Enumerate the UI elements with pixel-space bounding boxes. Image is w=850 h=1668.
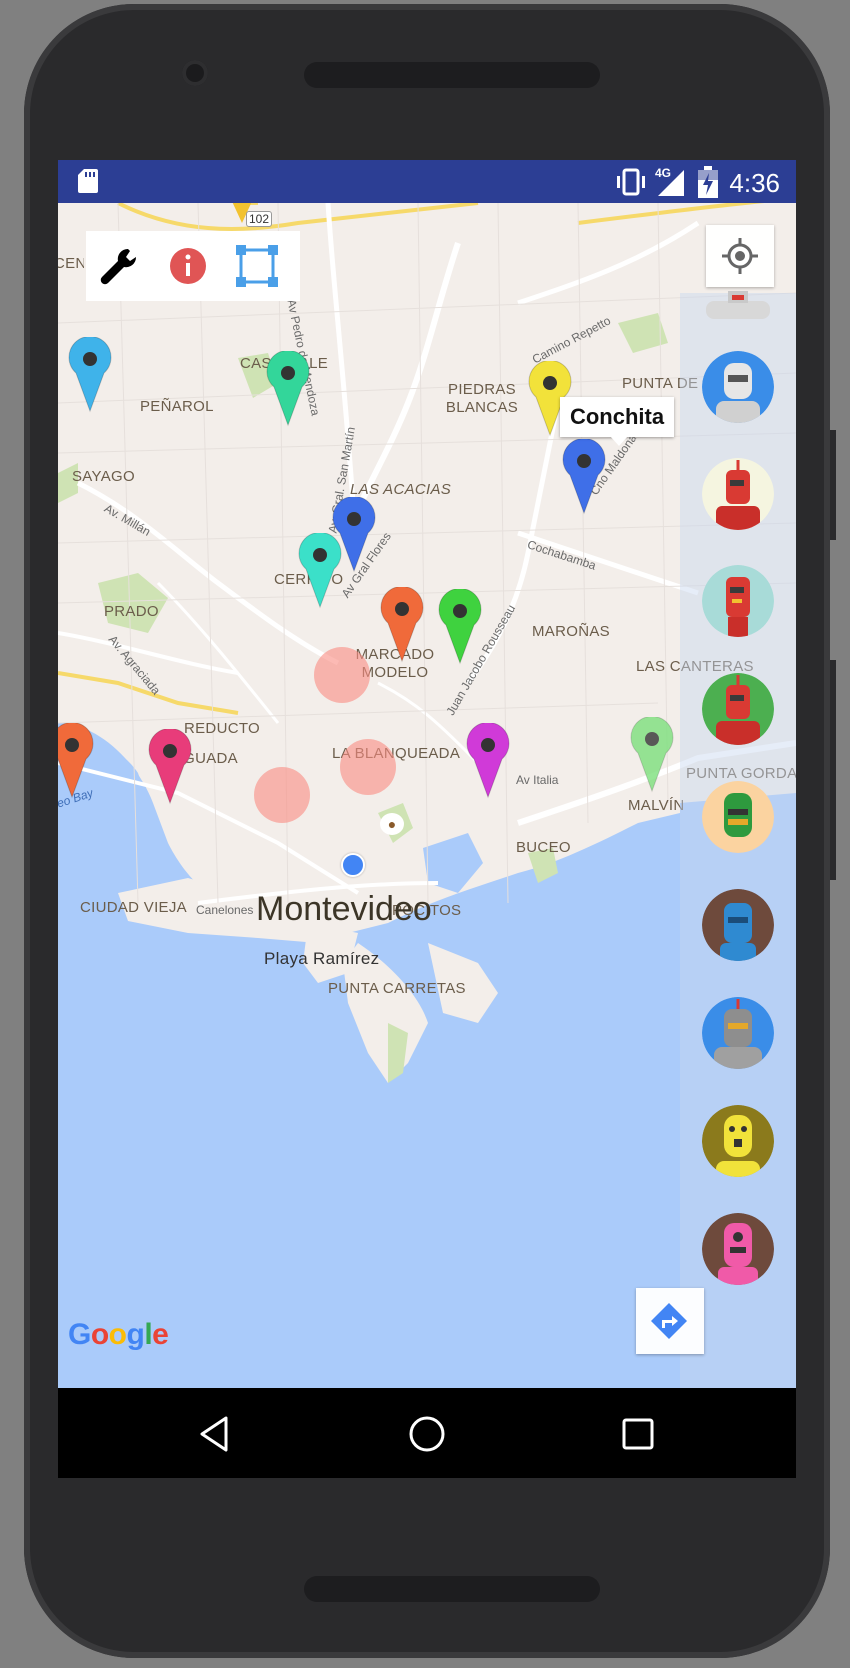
front-camera xyxy=(182,60,208,86)
highlight-circle xyxy=(314,647,370,703)
bottom-speaker xyxy=(304,1576,600,1602)
marker-pin[interactable] xyxy=(266,351,310,427)
earpiece-speaker xyxy=(304,62,600,88)
google-logo-letter: o xyxy=(108,1318,127,1351)
marker-pin[interactable] xyxy=(630,717,674,793)
neighborhood-label: PUNTA CARRETAS xyxy=(328,980,466,997)
robot-icon xyxy=(702,351,774,423)
robot-avatar[interactable] xyxy=(702,351,774,423)
battery-icon xyxy=(698,166,718,198)
status-bar: 4G 4:36 xyxy=(58,160,796,203)
marker-pin[interactable] xyxy=(438,589,482,665)
neighborhood-label: MALVÍN xyxy=(628,797,685,814)
map-view[interactable]: 102 CENTRO CASAVALLE PEÑAROL PIEDRAS BLA… xyxy=(58,203,796,1388)
status-clock: 4:36 xyxy=(729,168,780,198)
robot-icon xyxy=(702,458,774,530)
device-screen: 4G 4:36 102 CEN PEÑAROL PIEDRAS BLANCAS … xyxy=(58,160,796,1478)
robot-icon xyxy=(702,1105,774,1177)
navigation-bar xyxy=(58,1388,796,1478)
marker-pin[interactable] xyxy=(298,533,342,609)
my-location-button[interactable] xyxy=(706,225,774,287)
google-logo-letter: e xyxy=(152,1318,169,1351)
city-label: Montevideo xyxy=(256,890,432,928)
neighborhood-label: MAROÑAS xyxy=(532,623,610,640)
vibrate-icon xyxy=(617,168,645,196)
map-toolbar xyxy=(86,231,300,301)
recents-icon[interactable] xyxy=(620,1416,656,1452)
marker-pin[interactable] xyxy=(68,337,112,413)
robot-icon xyxy=(702,1213,774,1285)
google-logo-letter: o xyxy=(90,1318,109,1351)
robot-icon xyxy=(702,565,774,637)
crosshair-icon xyxy=(722,238,758,274)
marker-pin[interactable] xyxy=(562,439,606,515)
google-logo: Google xyxy=(68,1318,169,1352)
my-location-dot xyxy=(341,853,365,877)
neighborhood-label: SAYAGO xyxy=(72,468,135,485)
route-number: 102 xyxy=(246,211,273,227)
volume-button xyxy=(830,660,836,880)
directions-icon xyxy=(651,1303,687,1339)
neighborhood-label: LAS ACACIAS xyxy=(350,481,452,498)
wrench-icon[interactable] xyxy=(98,245,142,289)
back-icon[interactable] xyxy=(194,1414,234,1454)
sd-card-icon xyxy=(78,169,98,193)
robot-avatar-partial[interactable] xyxy=(702,291,774,319)
robot-avatar[interactable] xyxy=(702,781,774,853)
neighborhood-label: PEÑAROL xyxy=(140,398,214,415)
marker-info-window[interactable]: Conchita xyxy=(560,397,674,437)
marker-pin[interactable] xyxy=(58,723,94,799)
neighborhood-label: PRADO xyxy=(104,603,159,620)
robot-avatar[interactable] xyxy=(702,458,774,530)
highlight-circle xyxy=(254,767,310,823)
robot-avatar[interactable] xyxy=(702,997,774,1069)
street-label: Av Italia xyxy=(516,773,559,787)
robot-avatar[interactable] xyxy=(702,565,774,637)
robot-avatar[interactable] xyxy=(702,889,774,961)
neighborhood-label: PIEDRAS BLANCAS xyxy=(445,381,519,416)
robot-icon xyxy=(702,997,774,1069)
info-icon[interactable] xyxy=(168,246,208,286)
signal-icon xyxy=(658,170,684,196)
select-area-icon[interactable] xyxy=(236,245,278,287)
neighborhood-label: Playa Ramírez xyxy=(264,949,380,968)
robot-icon xyxy=(706,291,770,319)
street-label: Canelones xyxy=(196,903,254,917)
google-logo-letter: g xyxy=(126,1318,145,1351)
robot-avatar[interactable] xyxy=(702,1213,774,1285)
highlight-circle xyxy=(340,739,396,795)
zoo-icon: ● xyxy=(380,813,404,835)
home-icon[interactable] xyxy=(407,1414,447,1454)
marker-pin[interactable] xyxy=(148,729,192,805)
info-window-tail xyxy=(610,436,628,446)
robot-icon xyxy=(702,781,774,853)
robot-avatar[interactable] xyxy=(702,673,774,745)
robot-icon xyxy=(702,673,774,745)
robot-icon xyxy=(702,889,774,961)
power-button xyxy=(830,430,836,540)
route-shield: 102 xyxy=(232,203,273,227)
neighborhood-label: CENTRO xyxy=(58,255,84,272)
robot-avatar[interactable] xyxy=(702,1105,774,1177)
directions-button[interactable] xyxy=(636,1288,704,1354)
neighborhood-label: CIUDAD VIEJA xyxy=(80,899,187,916)
google-logo-letter: G xyxy=(68,1318,91,1351)
google-logo-letter: l xyxy=(144,1318,153,1351)
neighborhood-label: REDUCTO xyxy=(184,720,260,737)
marker-pin[interactable] xyxy=(466,723,510,799)
neighborhood-label: BUCEO xyxy=(516,839,571,856)
marker-pin[interactable] xyxy=(380,587,424,663)
